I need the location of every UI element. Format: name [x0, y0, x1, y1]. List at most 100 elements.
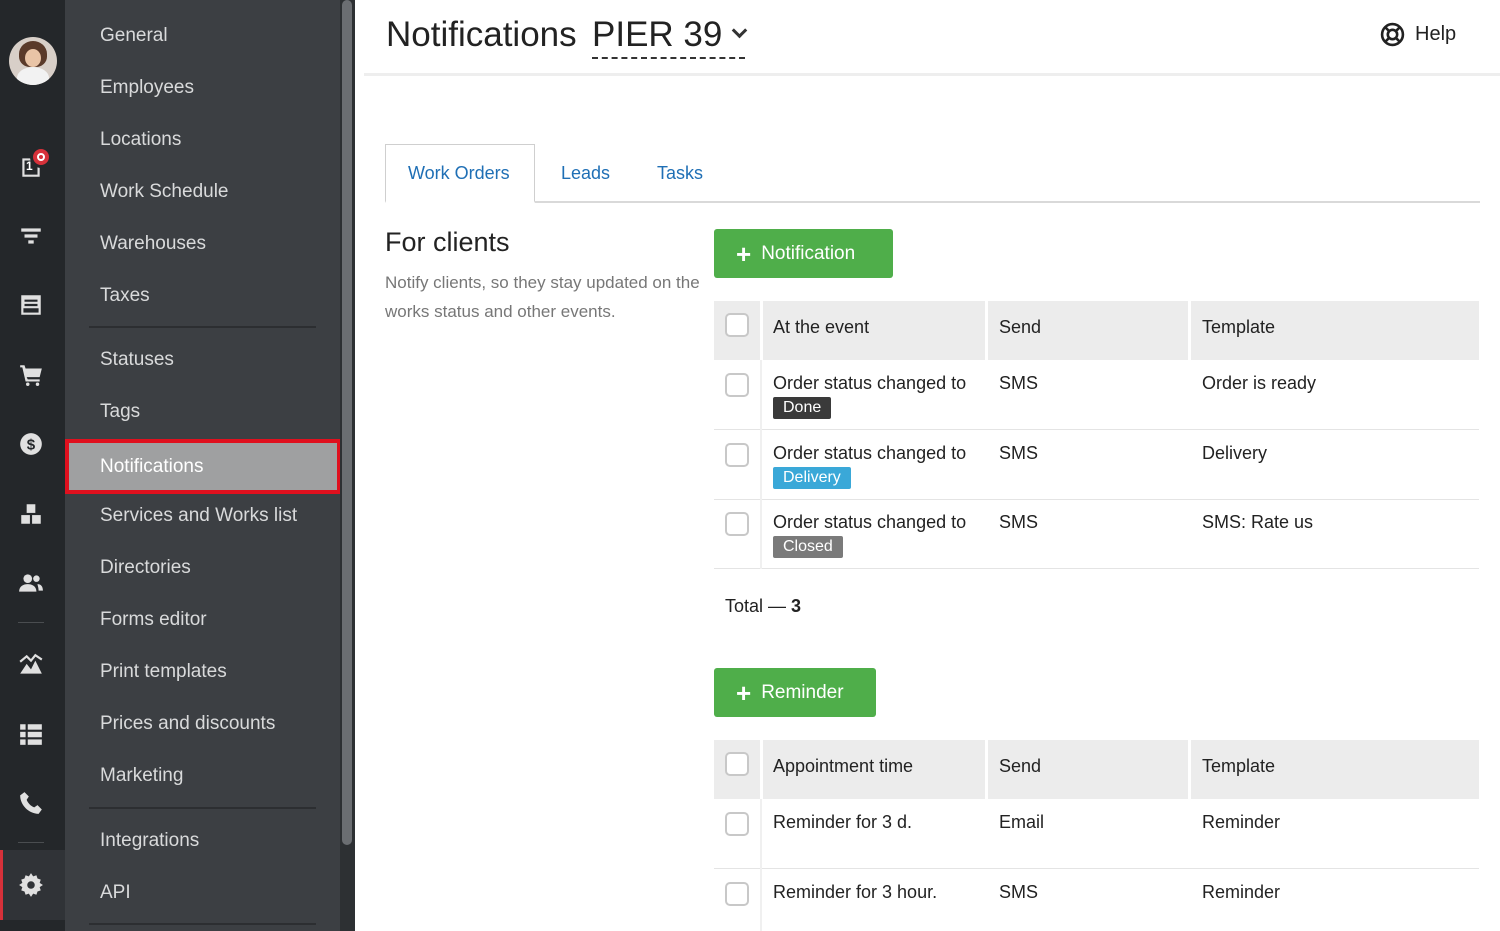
table-row[interactable]: Reminder for 3 d. Email Reminder: [714, 799, 1479, 869]
send-method: Email: [999, 812, 1045, 832]
row-checkbox[interactable]: [725, 373, 749, 397]
sidebar-item-tags[interactable]: Tags: [100, 401, 140, 423]
page-title: Notifications: [386, 15, 577, 54]
svg-text:$: $: [27, 436, 36, 453]
select-all-checkbox[interactable]: [725, 313, 749, 337]
tab-label: Work Orders: [408, 162, 510, 183]
plus-icon: +: [736, 238, 752, 269]
send-method: SMS: [999, 373, 1039, 393]
sidebar-divider: [89, 923, 316, 925]
list-icon[interactable]: [16, 719, 46, 749]
help-link[interactable]: Help: [1380, 22, 1456, 47]
warehouse-icon[interactable]: [16, 499, 46, 529]
gear-icon[interactable]: [16, 870, 46, 900]
chevron-down-icon: [732, 22, 748, 39]
sidebar-item-print-templates[interactable]: Print templates: [100, 661, 227, 683]
page-header: Notifications PIER 39 Help: [364, 0, 1500, 76]
column-header: Template: [1202, 756, 1276, 776]
total-label: Total —: [725, 596, 787, 616]
sidebar-item-forms-editor[interactable]: Forms editor: [100, 609, 207, 631]
total-value: 3: [791, 596, 802, 616]
send-method: SMS: [999, 882, 1039, 902]
cart-icon[interactable]: [16, 360, 46, 390]
button-label: Reminder: [761, 681, 844, 703]
row-checkbox[interactable]: [725, 443, 749, 467]
template-name: Order is ready: [1202, 373, 1317, 393]
column-header: Send: [999, 317, 1042, 337]
sidebar-divider: [89, 807, 316, 809]
lifebuoy-icon: [1380, 22, 1405, 47]
sidebar-item-general[interactable]: General: [100, 25, 168, 47]
sidebar-item-statuses[interactable]: Statuses: [100, 349, 174, 371]
sidebar-item-locations[interactable]: Locations: [100, 129, 181, 151]
sidebar-item-integrations[interactable]: Integrations: [100, 830, 199, 852]
section-title: For clients: [385, 227, 510, 257]
sidebar-item-prices-and-discounts[interactable]: Prices and discounts: [100, 713, 275, 735]
row-checkbox[interactable]: [725, 812, 749, 836]
sidebar-item-warehouses[interactable]: Warehouses: [100, 233, 206, 255]
template-name: Delivery: [1202, 443, 1268, 463]
table-row[interactable]: Order status changed to Delivery SMS Del…: [714, 430, 1479, 500]
icon-rail: 1 $: [0, 0, 65, 931]
send-method: SMS: [999, 443, 1039, 463]
orders-icon[interactable]: [16, 290, 46, 320]
tab-label: Tasks: [657, 163, 704, 183]
tab-leads[interactable]: Leads: [561, 144, 610, 203]
location-name: PIER 39: [592, 15, 723, 54]
sidebar-item-notifications[interactable]: Notifications: [65, 439, 341, 494]
dollar-icon[interactable]: $: [16, 429, 46, 459]
clients-icon[interactable]: [16, 568, 46, 598]
notification-badge-icon: [30, 146, 52, 168]
sidebar-item-services-and-works-list[interactable]: Services and Works list: [100, 505, 297, 527]
event-text: Order status changed to: [773, 373, 967, 393]
status-badge: Done: [773, 397, 832, 419]
template-name: Reminder: [1202, 882, 1281, 902]
help-label: Help: [1415, 23, 1457, 45]
table-row[interactable]: Order status changed to Done SMS Order i…: [714, 360, 1479, 430]
phone-icon[interactable]: [16, 788, 46, 818]
sidebar-item-directories[interactable]: Directories: [100, 557, 191, 579]
row-checkbox[interactable]: [725, 512, 749, 536]
sidebar-item-taxes[interactable]: Taxes: [100, 285, 150, 307]
template-name: SMS: Rate us: [1202, 512, 1314, 532]
event-text: Order status changed to: [773, 443, 967, 463]
settings-sidebar: General Employees Locations Work Schedul…: [65, 0, 355, 931]
notification-count: 1: [26, 159, 33, 173]
column-header: Template: [1202, 317, 1276, 337]
table-row[interactable]: Order status changed to Closed SMS SMS: …: [714, 499, 1479, 569]
sidebar-divider: [89, 326, 316, 328]
add-notification-button[interactable]: + Notification: [714, 229, 893, 278]
status-badge: Delivery: [773, 467, 851, 489]
avatar[interactable]: [9, 37, 57, 85]
location-selector[interactable]: PIER 39: [592, 15, 748, 59]
tab-work-orders[interactable]: Work Orders: [385, 144, 535, 203]
button-label: Notification: [761, 242, 856, 264]
table-header: At the event Send Template: [714, 301, 1479, 360]
filter-icon[interactable]: [16, 221, 46, 251]
select-all-checkbox[interactable]: [725, 752, 749, 776]
tab-label: Leads: [561, 163, 611, 183]
template-name: Reminder: [1202, 812, 1281, 832]
row-checkbox[interactable]: [725, 882, 749, 906]
analytics-icon[interactable]: [16, 650, 46, 680]
column-header: Send: [999, 756, 1042, 776]
reminder-time: Reminder for 3 hour.: [773, 882, 938, 902]
tab-tasks[interactable]: Tasks: [657, 144, 703, 203]
sidebar-item-employees[interactable]: Employees: [100, 77, 194, 99]
table-header: Appointment time Send Template: [714, 740, 1479, 799]
sidebar-scroll-thumb[interactable]: [342, 0, 352, 845]
plus-icon: +: [736, 677, 752, 708]
column-header: Appointment time: [773, 756, 914, 776]
sidebar-item-work-schedule[interactable]: Work Schedule: [100, 181, 229, 203]
reminder-time: Reminder for 3 d.: [773, 812, 913, 832]
section-description: Notify clients, so they stay updated on …: [385, 273, 700, 321]
event-text: Order status changed to: [773, 512, 967, 532]
sidebar-item-label: Notifications: [100, 456, 204, 477]
sidebar-item-marketing[interactable]: Marketing: [100, 765, 183, 787]
notifications-total: Total — 3: [725, 596, 801, 617]
table-row[interactable]: Reminder for 3 hour. SMS Reminder: [714, 869, 1479, 931]
status-badge: Closed: [773, 536, 843, 558]
add-reminder-button[interactable]: + Reminder: [714, 668, 876, 717]
send-method: SMS: [999, 512, 1039, 532]
sidebar-item-api[interactable]: API: [100, 882, 131, 904]
